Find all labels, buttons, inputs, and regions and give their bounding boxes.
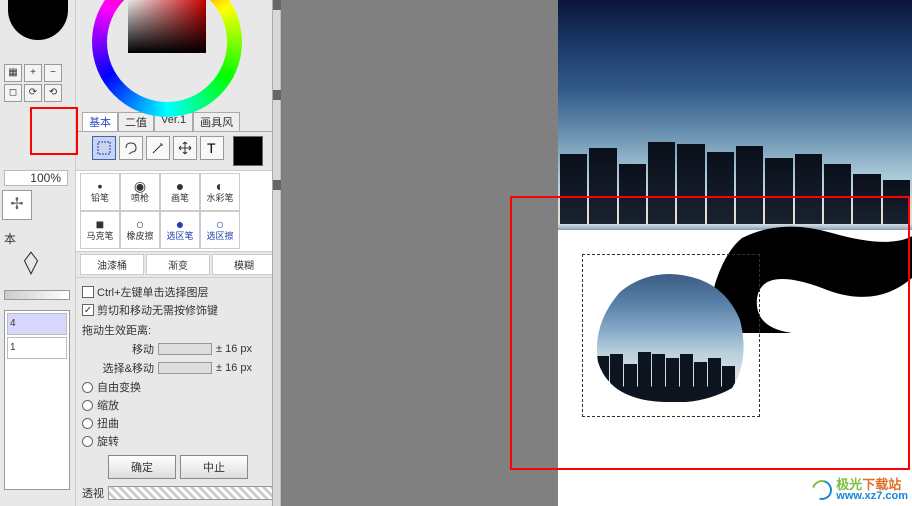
foreground-color-swatch[interactable] bbox=[233, 136, 263, 166]
perspective-slider[interactable] bbox=[108, 486, 274, 500]
move-tool[interactable] bbox=[173, 136, 197, 160]
radio-scale[interactable] bbox=[82, 400, 93, 411]
tool-row-1: T bbox=[76, 132, 280, 171]
select-rect-tool[interactable] bbox=[92, 136, 116, 160]
checkbox-label: 剪切和移动无需按修饰键 bbox=[97, 302, 218, 318]
selection-marquee[interactable] bbox=[582, 254, 760, 417]
move-value: ± 16 px bbox=[216, 343, 252, 355]
brush-select-pen[interactable]: ●选区笔 bbox=[160, 211, 200, 249]
radio-free-transform[interactable] bbox=[82, 382, 93, 393]
rotate-cw-icon[interactable]: ⟳ bbox=[24, 84, 42, 102]
tab-paint-style[interactable]: 画具风 bbox=[193, 112, 240, 131]
brush-preview-dark bbox=[8, 0, 68, 40]
tool-options: Ctrl+左键单击选择图层 ✓剪切和移动无需按修饰键 拖动生效距离: 移动 ± … bbox=[76, 278, 280, 505]
radio-distort[interactable] bbox=[82, 418, 93, 429]
leftmost-panel: ▦ + − ◻ ⟳ ⟲ 100% 本 4 1 bbox=[0, 0, 76, 506]
lasso-tool[interactable] bbox=[119, 136, 143, 160]
magic-wand-tool[interactable] bbox=[146, 136, 170, 160]
select-move-value: ± 16 px bbox=[216, 362, 252, 374]
tab-basic[interactable]: 基本 bbox=[82, 112, 118, 131]
drag-heading: 拖动生效距离: bbox=[82, 322, 274, 338]
width-slider[interactable] bbox=[4, 290, 70, 300]
radio-label: 旋转 bbox=[97, 433, 119, 449]
brush-wide-row: 油漆桶 渐变 模糊 bbox=[76, 252, 280, 278]
brush-watercolor[interactable]: ◐水彩笔 bbox=[200, 173, 240, 211]
brush-select-erase[interactable]: ○选区擦 bbox=[200, 211, 240, 249]
brush-bucket[interactable]: 油漆桶 bbox=[80, 254, 144, 275]
layer-item[interactable]: 1 bbox=[7, 337, 67, 359]
zoom-in-icon[interactable]: + bbox=[24, 64, 42, 82]
radio-rotate[interactable] bbox=[82, 436, 93, 447]
brush-eraser[interactable]: ○橡皮擦 bbox=[120, 211, 160, 249]
zoom-out-icon[interactable]: − bbox=[44, 64, 62, 82]
ok-button[interactable]: 确定 bbox=[108, 455, 176, 479]
panel-collapse-edge[interactable] bbox=[272, 0, 280, 506]
move-slider[interactable] bbox=[158, 343, 212, 355]
brush-pencil[interactable]: •铅笔 bbox=[80, 173, 120, 211]
watermark: 极光下载站 www.xz7.com bbox=[812, 478, 908, 502]
view-buttons: ▦ + − ◻ ⟳ ⟲ bbox=[4, 64, 72, 102]
radio-label: 缩放 bbox=[97, 397, 119, 413]
select-move-slider[interactable] bbox=[158, 362, 212, 374]
brush-gradient[interactable]: 渐变 bbox=[146, 254, 210, 275]
select-move-label: 选择&移动 bbox=[82, 360, 154, 376]
pen-nib-icon bbox=[18, 250, 44, 276]
tool-panel: 基本 二值 Ver.1 画具风 T •铅笔 ◉喷枪 ●画笔 ◐水彩笔 ■马克笔 … bbox=[76, 0, 281, 506]
panel-label: 本 bbox=[4, 230, 16, 247]
color-wheel[interactable] bbox=[82, 2, 247, 104]
brush-marker[interactable]: ■马克笔 bbox=[80, 211, 120, 249]
text-tool[interactable]: T bbox=[200, 136, 224, 160]
brush-blur[interactable]: 模糊 bbox=[212, 254, 276, 275]
layer-item[interactable]: 4 bbox=[7, 313, 67, 335]
brush-presets: •铅笔 ◉喷枪 ●画笔 ◐水彩笔 ■马克笔 ○橡皮擦 ●选区笔 ○选区擦 bbox=[76, 171, 280, 252]
watermark-logo-icon bbox=[809, 476, 836, 503]
perspective-label: 透视 bbox=[82, 485, 104, 501]
grid-icon[interactable]: ▦ bbox=[4, 64, 22, 82]
svg-text:T: T bbox=[207, 140, 216, 156]
radio-label: 自由变换 bbox=[97, 379, 141, 395]
rotate-ccw-icon[interactable]: ⟲ bbox=[44, 84, 62, 102]
cancel-button[interactable]: 中止 bbox=[180, 455, 248, 479]
checkbox-cut-move[interactable]: ✓ bbox=[82, 304, 94, 316]
checkbox-label: Ctrl+左键单击选择图层 bbox=[97, 284, 209, 300]
move-label: 移动 bbox=[82, 341, 154, 357]
fit-icon[interactable]: ◻ bbox=[4, 84, 22, 102]
zoom-value[interactable]: 100% bbox=[4, 170, 68, 186]
radio-label: 扭曲 bbox=[97, 415, 119, 431]
layer-list: 4 1 bbox=[4, 310, 70, 490]
brush-airbrush[interactable]: ◉喷枪 bbox=[120, 173, 160, 211]
nav-cross-icon[interactable] bbox=[2, 190, 32, 220]
checkbox-ctrl-click[interactable] bbox=[82, 286, 94, 298]
brush-paintbrush[interactable]: ●画笔 bbox=[160, 173, 200, 211]
canvas[interactable] bbox=[558, 0, 912, 506]
skyline-image bbox=[558, 0, 912, 224]
